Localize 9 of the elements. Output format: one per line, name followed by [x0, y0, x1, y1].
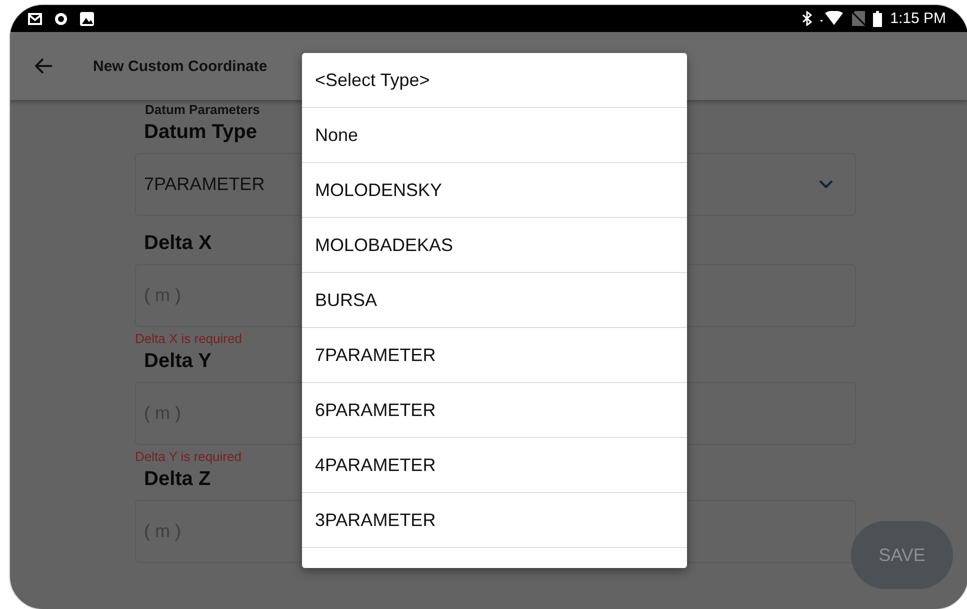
app-bar-title: New Custom Coordinate [93, 58, 268, 74]
field-label: Delta X [143, 232, 212, 255]
field-label: Datum Type [143, 121, 257, 144]
section-title: Datum Parameters [144, 102, 260, 117]
field-label: Delta Z [143, 468, 211, 491]
status-time: 1:15 PM [890, 10, 946, 27]
error-message: Delta X is required [135, 331, 243, 346]
error-message: Delta Y is required [135, 449, 242, 464]
field-label: Delta Y [143, 350, 212, 373]
